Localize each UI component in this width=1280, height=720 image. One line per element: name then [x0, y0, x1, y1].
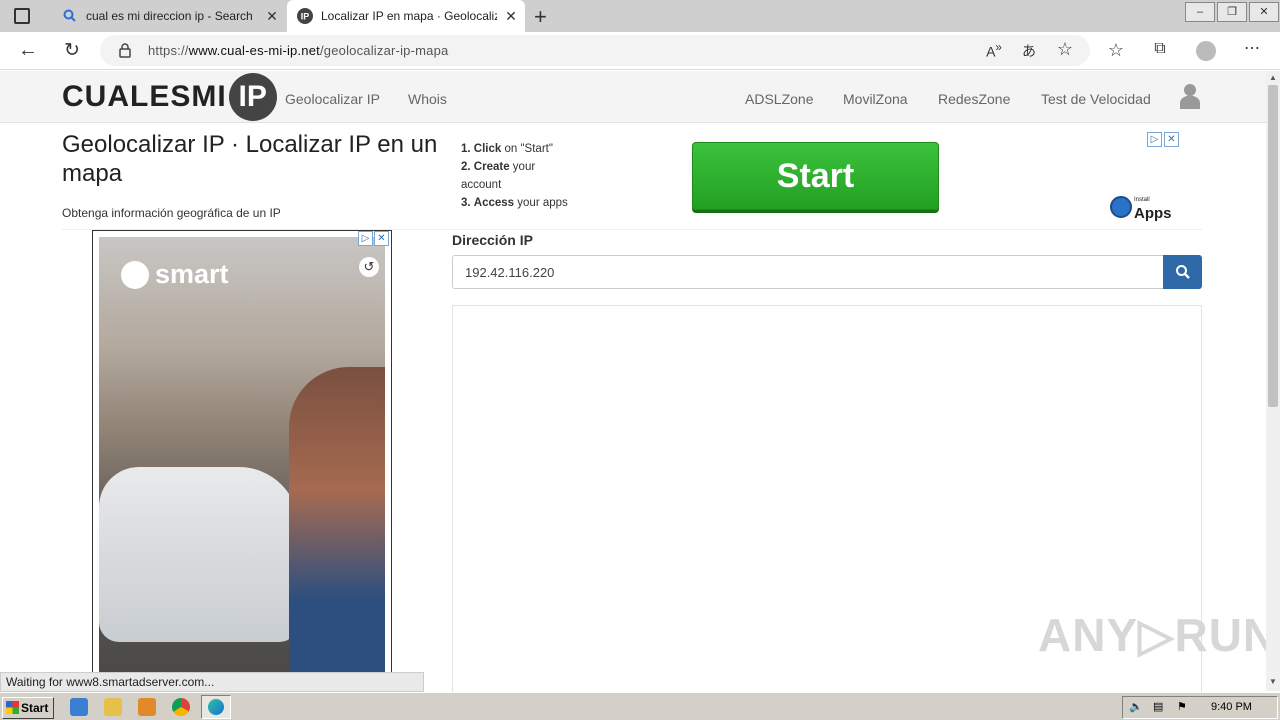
profile-avatar[interactable]	[1196, 41, 1216, 61]
browser-tab-bar: cual es mi direccion ip - Search ✕ IP Lo…	[0, 0, 1280, 32]
taskbar: Start 🔈 ▤ ⚑ 9:40 PM	[0, 692, 1280, 720]
ad-close-icon[interactable]: ✕	[1164, 132, 1179, 147]
lock-icon[interactable]	[118, 43, 132, 58]
ad-step: 2. Create your account	[461, 161, 536, 191]
nav-geolocalizar-ip[interactable]: Geolocalizar IP	[285, 91, 380, 107]
back-icon[interactable]: ←	[14, 39, 42, 62]
edge-taskbar-item[interactable]	[201, 695, 231, 719]
install-apps-badge[interactable]: Install Apps	[1110, 193, 1172, 221]
ad-steps: 1. Click on "Start" 2. Create your accou…	[461, 140, 601, 212]
scroll-up-icon[interactable]: ▲	[1269, 73, 1277, 82]
flag-icon[interactable]: ⚑	[1177, 697, 1187, 718]
car-image	[99, 467, 299, 642]
search-icon	[63, 9, 76, 22]
ad-step: 3. Access your apps	[461, 197, 568, 209]
scrollbar-thumb[interactable]	[1268, 85, 1278, 407]
close-icon[interactable]: ✕	[258, 8, 286, 25]
smart-logo-icon	[121, 260, 149, 289]
edge-icon	[208, 699, 224, 715]
translate-icon[interactable]: あ	[1015, 41, 1043, 61]
ie-icon[interactable]	[70, 698, 88, 716]
search-icon	[1175, 265, 1190, 279]
ad-start-button[interactable]: Start	[692, 142, 939, 210]
volume-icon[interactable]: 🔈	[1129, 697, 1143, 718]
nav-test-velocidad[interactable]: Test de Velocidad	[1041, 91, 1151, 107]
tab-title: cual es mi direccion ip - Search	[86, 9, 253, 23]
window-controls: – ❐ ✕	[1184, 0, 1280, 24]
site-favicon-icon: IP	[297, 8, 313, 24]
more-menu-icon[interactable]: ⋯	[1238, 38, 1266, 58]
page-scrollbar[interactable]: ▲ ▼	[1266, 71, 1280, 691]
system-tray: 🔈 ▤ ⚑ 9:40 PM	[1122, 696, 1278, 719]
network-icon[interactable]: ▤	[1153, 697, 1163, 718]
tab-search[interactable]: cual es mi direccion ip - Search ✕	[52, 0, 286, 32]
scroll-down-icon[interactable]: ▼	[1269, 677, 1277, 686]
svg-text:IP: IP	[301, 12, 310, 22]
ad-image[interactable]: smart ↺	[99, 237, 385, 677]
clock: 9:40 PM	[1211, 701, 1252, 713]
collections-icon[interactable]: ⧉	[1146, 40, 1174, 58]
ad-choices[interactable]: ▷ ✕	[1147, 132, 1179, 147]
person-image	[289, 367, 385, 677]
site-header: CUALESMI IP Geolocalizar IP Whois ADSLZo…	[0, 71, 1266, 123]
start-button[interactable]: Start	[2, 697, 54, 719]
apps-logo-icon	[1110, 196, 1132, 218]
adchoices-icon[interactable]: ▷	[1147, 132, 1162, 147]
favorites-icon[interactable]: ☆	[1102, 40, 1130, 61]
nav-whois[interactable]: Whois	[408, 91, 447, 107]
smart-logo: smart	[121, 259, 229, 290]
url-text: https://www.cual-es-mi-ip.net/geolocaliz…	[148, 43, 449, 58]
side-ad[interactable]: smart ↺ ▷ ✕	[92, 230, 392, 680]
nav-adslzone[interactable]: ADSLZone	[745, 91, 813, 107]
read-aloud-icon[interactable]: A»	[980, 41, 1008, 60]
logo-circle: IP	[228, 73, 277, 121]
page-subtitle: Obtenga información geográfica de un IP	[62, 206, 281, 220]
folder-icon[interactable]	[104, 698, 122, 716]
ip-label: Dirección IP	[452, 232, 533, 248]
watermark: ANY▷RUN	[1038, 609, 1278, 661]
logo-text: CUALESMI	[62, 80, 227, 113]
ad-close-icon[interactable]: ✕	[374, 231, 389, 246]
tab-actions-icon[interactable]	[14, 8, 30, 24]
minimize-icon[interactable]: –	[1185, 2, 1215, 22]
ad-step: 1. Click on "Start"	[461, 143, 553, 155]
address-bar[interactable]: https://www.cual-es-mi-ip.net/geolocaliz…	[100, 35, 1090, 66]
add-favorite-icon[interactable]: ☆	[1051, 39, 1079, 60]
chrome-icon[interactable]	[172, 698, 190, 716]
ip-input[interactable]	[452, 255, 1164, 289]
adchoices-icon[interactable]: ▷	[358, 231, 373, 246]
search-button[interactable]	[1163, 255, 1202, 289]
site-logo[interactable]: CUALESMI IP	[62, 73, 277, 121]
ad-choices[interactable]: ▷ ✕	[358, 231, 389, 246]
new-tab-icon[interactable]: +	[534, 4, 547, 30]
media-player-icon[interactable]	[138, 698, 156, 716]
user-icon[interactable]	[1180, 83, 1200, 109]
status-bar: Waiting for www8.smartadserver.com...	[0, 672, 424, 692]
close-icon[interactable]: ✕	[497, 8, 525, 25]
nav-movilzona[interactable]: MovilZona	[843, 91, 908, 107]
tab-geolocalizar[interactable]: IP Localizar IP en mapa · Geolocaliz ✕	[287, 0, 525, 32]
nav-redeszone[interactable]: RedesZone	[938, 91, 1010, 107]
address-toolbar: ← ↻ https://www.cual-es-mi-ip.net/geoloc…	[0, 32, 1280, 70]
close-window-icon[interactable]: ✕	[1249, 2, 1279, 22]
refresh-icon[interactable]: ↻	[58, 39, 86, 62]
tab-title: Localizar IP en mapa · Geolocaliz	[321, 9, 497, 23]
page-title: Geolocalizar IP · Localizar IP en un map…	[62, 131, 438, 187]
replay-icon[interactable]: ↺	[359, 257, 379, 277]
windows-logo-icon	[6, 701, 19, 714]
restore-icon[interactable]: ❐	[1217, 2, 1247, 22]
